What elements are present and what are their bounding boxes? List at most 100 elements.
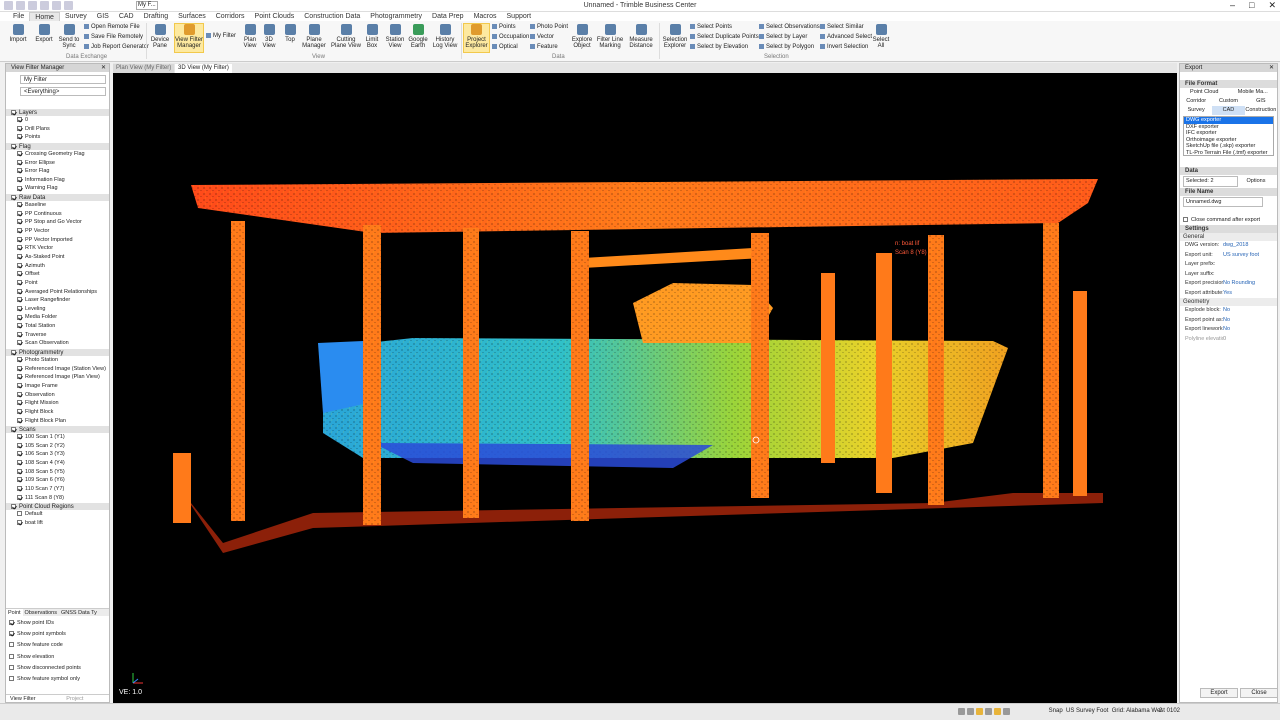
coord-icon[interactable] <box>1003 708 1010 715</box>
tree-item[interactable]: As-Staked Point <box>6 253 109 262</box>
tree-item[interactable]: 0 <box>6 116 109 125</box>
option-checkbox[interactable] <box>9 664 14 670</box>
item-checkbox[interactable] <box>17 451 22 457</box>
tree-item[interactable]: Image Frame <box>6 382 109 391</box>
cutting-plane-view-button[interactable]: Cutting Plane View <box>330 24 362 49</box>
item-checkbox[interactable] <box>17 219 22 225</box>
tree-item[interactable]: PP Vector <box>6 227 109 236</box>
item-checkbox[interactable] <box>17 288 22 294</box>
item-checkbox[interactable] <box>17 117 22 123</box>
menu-cad[interactable]: CAD <box>114 12 139 21</box>
option-checkbox[interactable] <box>9 642 14 648</box>
tree-item[interactable]: 108 Scan 4 (Y4) <box>6 459 109 468</box>
item-checkbox[interactable] <box>17 460 22 466</box>
google-earth-button[interactable]: Google Earth <box>407 24 429 49</box>
property-row[interactable]: Layer prefix: <box>1180 260 1277 270</box>
property-row[interactable]: Export point as: No <box>1180 316 1277 326</box>
tab-observations[interactable]: Observations <box>23 609 59 616</box>
format-tab-corridor[interactable]: Corridor <box>1180 97 1212 106</box>
optical-button[interactable]: Optical <box>492 44 518 51</box>
point-option[interactable]: Show elevation <box>9 652 81 663</box>
item-checkbox[interactable] <box>17 511 22 517</box>
item-checkbox[interactable] <box>17 486 22 492</box>
item-checkbox[interactable] <box>17 271 22 277</box>
scope-select[interactable]: <Everything> <box>20 87 106 96</box>
item-checkbox[interactable] <box>17 202 22 208</box>
tree-item[interactable]: Azimuth <box>6 262 109 271</box>
item-checkbox[interactable] <box>17 228 22 234</box>
property-value[interactable] <box>1223 260 1277 270</box>
select-duplicate-points-button[interactable]: Select Duplicate Points <box>690 34 759 41</box>
tree-item[interactable]: Point <box>6 279 109 288</box>
property-row[interactable]: Polyline elevation:0 <box>1180 335 1277 345</box>
plane-manager-button[interactable]: Plane Manager <box>300 24 328 49</box>
group-checkbox[interactable] <box>11 504 16 510</box>
point-option[interactable]: Show point IDs <box>9 618 81 629</box>
snap-icon[interactable] <box>958 708 965 715</box>
minimize-icon[interactable]: – <box>1230 0 1235 11</box>
item-checkbox[interactable] <box>17 519 22 525</box>
select-by-polygon-button[interactable]: Select by Polygon <box>759 44 814 51</box>
exporter-item[interactable]: TL-Pro Terrain File (.tmf) exporter <box>1184 150 1273 157</box>
tree-item[interactable]: Media Folder <box>6 313 109 322</box>
ortho-icon[interactable] <box>985 708 992 715</box>
select-by-layer-button[interactable]: Select by Layer <box>759 34 807 41</box>
tree-item[interactable]: Photo Station <box>6 356 109 365</box>
format-tab-custom[interactable]: Custom <box>1212 97 1244 106</box>
menu-point-clouds[interactable]: Point Clouds <box>250 12 300 21</box>
menu-file[interactable]: File <box>8 12 29 21</box>
history-log-view-button[interactable]: History Log View <box>431 24 459 49</box>
tree-item[interactable]: Error Ellipse <box>6 159 109 168</box>
tree-group-photogrammetry[interactable]: Photogrammetry <box>6 348 109 357</box>
tab-plan-view[interactable]: Plan View (My Filter) <box>113 64 175 73</box>
property-row[interactable]: DWG version: dwg_2018 <box>1180 241 1277 251</box>
group-checkbox[interactable] <box>11 109 16 115</box>
item-checkbox[interactable] <box>17 297 22 303</box>
snap-mode-icon[interactable] <box>976 708 983 715</box>
item-checkbox[interactable] <box>17 314 22 320</box>
close-after-export-checkbox[interactable] <box>1183 217 1188 223</box>
item-checkbox[interactable] <box>17 408 22 414</box>
project-explorer-button[interactable]: Project Explorer <box>463 23 490 53</box>
item-checkbox[interactable] <box>17 434 22 440</box>
item-checkbox[interactable] <box>17 391 22 397</box>
tab-3d-view[interactable]: 3D View (My Filter) <box>175 64 232 73</box>
top-view-button[interactable]: Top <box>281 24 299 43</box>
select-by-elevation-button[interactable]: Select by Elevation <box>690 44 748 51</box>
item-checkbox[interactable] <box>17 323 22 329</box>
property-row[interactable]: Export precision: No Rounding <box>1180 279 1277 289</box>
item-checkbox[interactable] <box>17 468 22 474</box>
select-observations-button[interactable]: Select Observations <box>759 24 820 31</box>
property-row[interactable]: Export linework: No <box>1180 325 1277 335</box>
format-tab-point-cloud[interactable]: Point Cloud <box>1180 88 1229 97</box>
tree-item[interactable]: PP Continuous <box>6 210 109 219</box>
menu-survey[interactable]: Survey <box>60 12 92 21</box>
explore-object-button[interactable]: Explore Object <box>570 24 594 49</box>
format-tab-gis[interactable]: GIS <box>1245 97 1277 106</box>
tree-item[interactable]: 110 Scan 7 (Y7) <box>6 485 109 494</box>
select-similar-button[interactable]: Select Similar <box>820 24 864 31</box>
property-value[interactable]: No <box>1223 325 1277 335</box>
tree-item[interactable]: Flight Mission <box>6 399 109 408</box>
item-checkbox[interactable] <box>17 185 22 191</box>
maximize-icon[interactable]: □ <box>1249 0 1254 11</box>
tab-project-explorer[interactable]: Project Explorer <box>62 695 109 710</box>
limit-box-button[interactable]: Limit Box <box>363 24 381 49</box>
menu-drafting[interactable]: Drafting <box>139 12 174 21</box>
view-filter-manager-button[interactable]: View Filter Manager <box>174 23 204 53</box>
tree-item[interactable]: Scan Observation <box>6 339 109 348</box>
device-pane-button[interactable]: Device Pane <box>149 24 171 49</box>
view-filter-select[interactable]: My Filter <box>206 33 236 40</box>
tree-item[interactable]: Baseline <box>6 201 109 210</box>
tree-item[interactable]: 108 Scan 5 (Y5) <box>6 468 109 477</box>
tree-item[interactable]: Flight Block Plan <box>6 417 109 426</box>
select-points-button[interactable]: Select Points <box>690 24 732 31</box>
tree-group-scans[interactable]: Scans <box>6 425 109 434</box>
tree-item[interactable]: PP Vector Imported <box>6 236 109 245</box>
close-after-export-option[interactable]: Close command after export <box>1180 215 1277 225</box>
item-checkbox[interactable] <box>17 417 22 423</box>
export-button[interactable]: Export <box>33 24 55 43</box>
tree-item[interactable]: 111 Scan 8 (Y8) <box>6 494 109 503</box>
close-icon[interactable]: ✕ <box>1269 64 1274 72</box>
file-name-input[interactable]: Unnamed.dwg <box>1183 197 1263 207</box>
